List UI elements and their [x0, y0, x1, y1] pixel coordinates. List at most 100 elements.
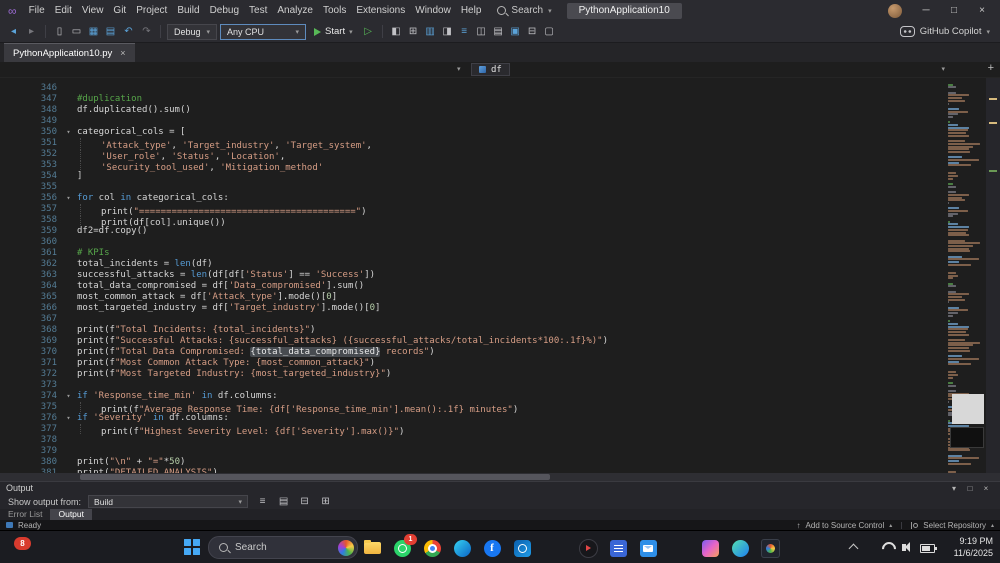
code-line-351[interactable]: 351 'Attack_type', 'Target_industry', 'Ta…	[0, 138, 948, 151]
code-line-361[interactable]: 361 # KPIs	[0, 248, 948, 259]
code-line-371[interactable]: 371 print(f"Most Common Attack Type: {mos…	[0, 358, 948, 369]
wifi-icon[interactable]	[879, 539, 899, 559]
redo-icon[interactable]: ↷	[139, 24, 154, 39]
horizontal-scrollbar-thumb[interactable]	[80, 474, 550, 480]
code-line-346[interactable]: 346	[0, 83, 948, 94]
minimize-button[interactable]: ─	[914, 5, 938, 16]
code-line-358[interactable]: 358 print(df[col].unique())	[0, 215, 948, 228]
navigate-forward-icon[interactable]: ▸	[24, 24, 39, 39]
code-line-373[interactable]: 373	[0, 380, 948, 391]
server-explorer-icon[interactable]: ▤	[491, 24, 506, 39]
output-source-dropdown[interactable]: Build ▾	[88, 495, 249, 508]
chevron-up-icon[interactable]: ▴	[889, 522, 892, 529]
copilot-orb-icon[interactable]	[338, 539, 354, 556]
maximize-button[interactable]: □	[942, 5, 966, 16]
outlook-icon[interactable]	[512, 538, 532, 558]
fold-collapse-icon[interactable]: ▾	[60, 413, 77, 424]
undo-icon[interactable]: ↶	[121, 24, 136, 39]
code-line-364[interactable]: 364 total_data_compromised = df['Data_com…	[0, 281, 948, 292]
scrollbar-annotation-rail[interactable]	[986, 78, 1000, 473]
toolbox-icon[interactable]: ◫	[474, 24, 489, 39]
close-tab-icon[interactable]: ×	[120, 48, 125, 58]
code-line-368[interactable]: 368 print(f"Total Incidents: {total_incid…	[0, 325, 948, 336]
taskbar-clock[interactable]: 9:19 PM 11/6/2025	[954, 535, 993, 559]
code-line-374[interactable]: 374 ▾ if 'Response_time_min' in df.columns…	[0, 391, 948, 402]
code-line-377[interactable]: 377 print(f"Highest Severity Level: {df['…	[0, 424, 948, 437]
close-button[interactable]: ×	[970, 5, 994, 16]
panel-close-icon[interactable]: ×	[978, 484, 994, 493]
designer-app-icon[interactable]	[700, 538, 720, 558]
open-file-icon[interactable]: ▭	[69, 24, 84, 39]
notification-count-badge[interactable]: 8	[14, 537, 31, 550]
navbar-caret[interactable]: ▾	[941, 65, 945, 73]
menu-test[interactable]: Test	[244, 3, 272, 18]
code-line-375[interactable]: 375 print(f"Average Response Time: {df['R…	[0, 402, 948, 415]
menu-window[interactable]: Window	[410, 3, 456, 18]
user-avatar[interactable]	[888, 3, 902, 18]
window-layout-icon[interactable]: ▢	[542, 24, 557, 39]
member-dropdown[interactable]: df	[471, 63, 510, 76]
fold-collapse-icon[interactable]: ▾	[60, 127, 77, 138]
panel-tab-error-list[interactable]: Error List	[0, 509, 50, 520]
github-copilot-button[interactable]: GitHub Copilot ▾	[899, 26, 994, 37]
menu-build[interactable]: Build	[172, 3, 204, 18]
code-line-347[interactable]: 347 #duplication	[0, 94, 948, 105]
panel-dropdown-icon[interactable]: ▾	[946, 484, 962, 493]
code-line-363[interactable]: 363 successful_attacks = len(df[df['Statu…	[0, 270, 948, 281]
start-without-debugging-icon[interactable]: ▷	[361, 24, 376, 39]
code-line-369[interactable]: 369 print(f"Successful Attacks: {successf…	[0, 336, 948, 347]
titlebar-search[interactable]: Search ▾	[497, 5, 552, 16]
code-line-348[interactable]: 348 df.duplicated().sum()	[0, 105, 948, 116]
menu-view[interactable]: View	[77, 3, 109, 18]
code-line-367[interactable]: 367	[0, 314, 948, 325]
tab-pythonapplication10-py[interactable]: PythonApplication10.py ×	[4, 43, 135, 62]
code-line-352[interactable]: 352 'User_role', 'Status', 'Location',	[0, 149, 948, 162]
new-project-icon[interactable]: ▯	[52, 24, 67, 39]
code-editor[interactable]: 346 347 #duplication 348 df.duplicated().sum…	[0, 78, 1000, 481]
code-line-379[interactable]: 379	[0, 446, 948, 457]
fold-collapse-icon[interactable]: ▾	[60, 391, 77, 402]
notepad-icon[interactable]	[608, 538, 628, 558]
code-line-370[interactable]: 370 print(f"Total Data Compromised: {tota…	[0, 347, 948, 358]
extensions-icon[interactable]: ▣	[508, 24, 523, 39]
code-line-366[interactable]: 366 most_targeted_industry = df['Target_i…	[0, 303, 948, 314]
breakpoints-icon[interactable]: ◧	[389, 24, 404, 39]
panel-tab-output[interactable]: Output	[50, 509, 93, 520]
solution-configurations-dropdown[interactable]: Debug ▾	[167, 23, 218, 40]
menu-file[interactable]: File	[24, 3, 50, 18]
code-line-380[interactable]: 380 print("\n" + "="*50)	[0, 457, 948, 468]
tray-chevron-up-icon[interactable]	[848, 543, 859, 554]
code-line-362[interactable]: 362 total_incidents = len(df)	[0, 259, 948, 270]
start-button[interactable]	[184, 539, 200, 555]
code-line-372[interactable]: 372 print(f"Most Targeted Industry: {most…	[0, 369, 948, 380]
toggle-output-icon[interactable]: ⊞	[318, 494, 333, 509]
menu-tools[interactable]: Tools	[318, 3, 351, 18]
new-window-icon[interactable]: ⊞	[406, 24, 421, 39]
code-area[interactable]: 346 347 #duplication 348 df.duplicated().sum…	[0, 78, 948, 473]
select-repository-button[interactable]: Select Repository	[923, 521, 986, 530]
horizontal-scrollbar[interactable]	[0, 473, 1000, 481]
code-line-349[interactable]: 349	[0, 116, 948, 127]
menu-edit[interactable]: Edit	[50, 3, 77, 18]
word-wrap-icon[interactable]: ▤	[276, 494, 291, 509]
properties-icon[interactable]: ◨	[440, 24, 455, 39]
chevron-up-icon[interactable]: ▴	[991, 522, 994, 529]
code-line-356[interactable]: 356 ▾ for col in categorical_cols:	[0, 193, 948, 204]
taskbar-search[interactable]: Search	[208, 536, 358, 559]
menu-project[interactable]: Project	[131, 3, 172, 18]
edge-icon[interactable]	[452, 538, 472, 558]
save-icon[interactable]: ▦	[86, 24, 101, 39]
add-to-source-control-button[interactable]: Add to Source Control	[806, 521, 885, 530]
photos-icon[interactable]	[760, 538, 780, 558]
save-all-icon[interactable]: ▤	[103, 24, 118, 39]
media-player-icon[interactable]	[578, 538, 598, 558]
solution-explorer-icon[interactable]: ▥	[423, 24, 438, 39]
menu-analyze[interactable]: Analyze	[272, 3, 318, 18]
code-line-350[interactable]: 350 ▾ categorical_cols = [	[0, 127, 948, 138]
split-window-icon[interactable]: +	[988, 62, 994, 74]
code-line-360[interactable]: 360	[0, 237, 948, 248]
volume-icon[interactable]	[902, 542, 910, 552]
output-list-icon[interactable]: ≡	[255, 494, 270, 509]
task-list-icon[interactable]: ≡	[457, 24, 472, 39]
battery-icon[interactable]	[920, 544, 937, 553]
